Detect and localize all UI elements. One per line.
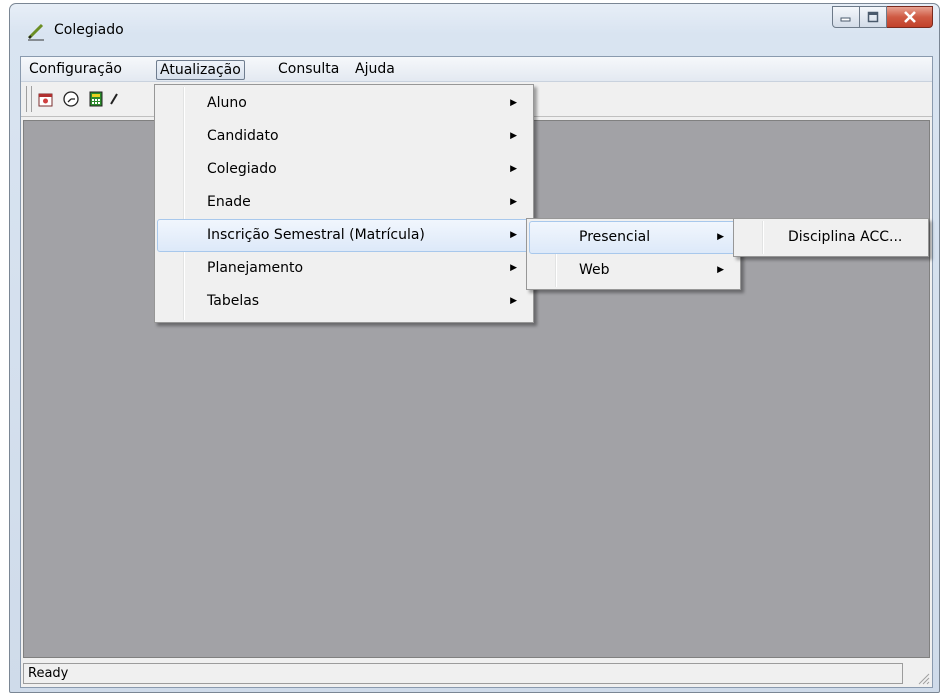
submenu-arrow-icon: ▶ bbox=[510, 230, 517, 240]
submenu-arrow-icon: ▶ bbox=[717, 265, 724, 275]
menu-consulta[interactable]: Consulta bbox=[274, 60, 343, 78]
pencil-icon bbox=[27, 23, 44, 41]
pen-tool-icon[interactable] bbox=[109, 90, 119, 108]
inscricao-submenu: Presencial ▶ Web ▶ bbox=[526, 218, 741, 290]
menu-item-label: Disciplina ACC... bbox=[788, 229, 903, 245]
calendar-icon[interactable] bbox=[37, 90, 55, 108]
status-text: Ready bbox=[23, 663, 903, 684]
submenu-arrow-icon: ▶ bbox=[510, 197, 517, 207]
clock-icon[interactable] bbox=[62, 90, 80, 108]
menu-item-candidato[interactable]: Candidato ▶ bbox=[157, 120, 531, 153]
menu-item-web[interactable]: Web ▶ bbox=[529, 254, 738, 287]
submenu-arrow-icon: ▶ bbox=[510, 263, 517, 273]
status-bar: Ready bbox=[23, 661, 930, 685]
menu-item-label: Presencial bbox=[579, 229, 651, 245]
menu-item-label: Tabelas bbox=[207, 293, 260, 309]
presencial-submenu: Disciplina ACC... bbox=[733, 218, 929, 257]
menu-item-tabelas[interactable]: Tabelas ▶ bbox=[157, 285, 531, 318]
close-button[interactable] bbox=[887, 6, 933, 28]
menu-configuracao[interactable]: Configuração bbox=[25, 60, 126, 78]
maximize-button[interactable] bbox=[860, 6, 887, 28]
close-icon bbox=[903, 11, 916, 23]
menu-item-enade[interactable]: Enade ▶ bbox=[157, 186, 531, 219]
menu-item-inscricao-semestral[interactable]: Inscrição Semestral (Matrícula) ▶ bbox=[157, 219, 531, 252]
menu-item-aluno[interactable]: Aluno ▶ bbox=[157, 87, 531, 120]
menu-bar: Configuração Atualização Consulta Ajuda bbox=[21, 57, 932, 82]
menu-item-label: Inscrição Semestral (Matrícula) bbox=[207, 227, 425, 243]
calculator-icon[interactable] bbox=[87, 90, 105, 108]
caption-buttons bbox=[832, 6, 933, 28]
menu-atualizacao[interactable]: Atualização bbox=[156, 60, 245, 80]
title-bar[interactable]: Colegiado bbox=[10, 4, 939, 52]
menu-item-label: Candidato bbox=[207, 128, 279, 144]
menu-item-disciplina-acc[interactable]: Disciplina ACC... bbox=[736, 221, 926, 254]
submenu-arrow-icon: ▶ bbox=[510, 296, 517, 306]
minimize-button[interactable] bbox=[832, 6, 860, 28]
menu-item-planejamento[interactable]: Planejamento ▶ bbox=[157, 252, 531, 285]
atualizacao-dropdown: Aluno ▶ Candidato ▶ Colegiado ▶ Enade ▶ … bbox=[154, 84, 534, 323]
window-title: Colegiado bbox=[54, 22, 124, 38]
menu-item-colegiado[interactable]: Colegiado ▶ bbox=[157, 153, 531, 186]
toolbar-grip[interactable] bbox=[26, 86, 32, 112]
resize-grip-icon[interactable] bbox=[914, 669, 930, 685]
menu-item-label: Colegiado bbox=[207, 161, 277, 177]
menu-item-presencial[interactable]: Presencial ▶ bbox=[529, 221, 738, 254]
submenu-arrow-icon: ▶ bbox=[510, 164, 517, 174]
minimize-icon bbox=[840, 17, 851, 22]
submenu-arrow-icon: ▶ bbox=[510, 98, 517, 108]
menu-ajuda[interactable]: Ajuda bbox=[351, 60, 399, 78]
submenu-arrow-icon: ▶ bbox=[510, 131, 517, 141]
menu-item-label: Enade bbox=[207, 194, 251, 210]
maximize-icon bbox=[867, 11, 879, 23]
menu-item-label: Aluno bbox=[207, 95, 247, 111]
menu-item-label: Planejamento bbox=[207, 260, 304, 276]
submenu-arrow-icon: ▶ bbox=[717, 232, 724, 242]
menu-item-label: Web bbox=[579, 262, 610, 278]
